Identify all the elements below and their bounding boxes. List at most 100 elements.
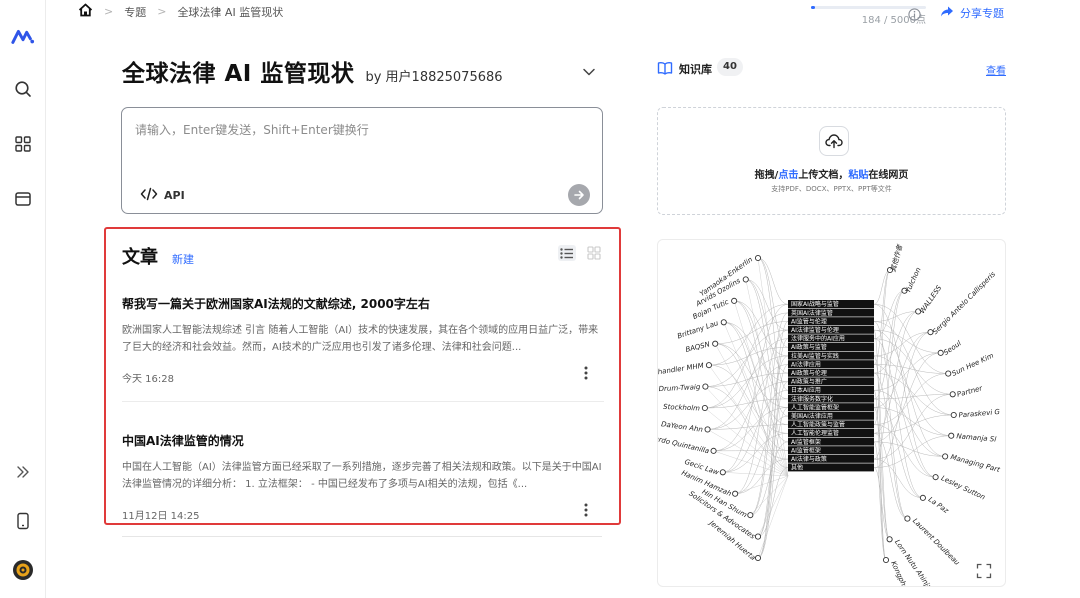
graph-author-node[interactable] <box>719 469 726 476</box>
upload-click-link[interactable]: 点击 <box>778 170 798 181</box>
graph-topic-label: 日本AI应用 <box>791 386 821 394</box>
graph-author-node[interactable] <box>720 319 727 326</box>
graph-author-node[interactable] <box>882 556 890 564</box>
breadcrumb-item-topics[interactable]: 专题 <box>124 4 146 20</box>
share-label: 分享专题 <box>960 7 1004 20</box>
knowledge-base-count: 40 <box>717 58 743 76</box>
article-excerpt: 欧洲国家人工智能法规综述 引言 随着人工智能（AI）技术的快速发展，其在各个领域… <box>122 325 599 353</box>
upload-text-suffix: 在线网页 <box>868 170 909 181</box>
upload-text-prefix: 拖拽/ <box>754 170 779 181</box>
chevron-down-icon[interactable] <box>582 62 596 81</box>
articles-panel: 文章 新建 帮我写一篇关于欧洲国家AI法规的文献综述, 2000字左右 欧洲国家… <box>104 227 621 525</box>
article-card[interactable]: 中国AI法律监管的情况 中国在人工智能（AI）法律监管方面已经采取了一系列措施，… <box>122 432 604 522</box>
graph-author-label: Namanja Sl <box>956 432 997 443</box>
new-article-button[interactable]: 新建 <box>172 251 194 267</box>
article-time: 今天 16:28 <box>122 374 174 385</box>
expand-sidebar-icon[interactable] <box>11 460 35 484</box>
graph-author-node[interactable] <box>919 494 926 501</box>
share-icon <box>940 5 954 21</box>
graph-topic-label: AI政策与监管 <box>791 343 827 351</box>
graph-edge <box>757 475 789 559</box>
graph-author-node[interactable] <box>904 515 911 522</box>
graph-author-node[interactable] <box>712 340 719 347</box>
book-icon <box>657 60 673 79</box>
graph-author-node[interactable] <box>754 254 762 262</box>
more-vertical-icon[interactable] <box>584 365 594 384</box>
graph-author-label: 其他作者 <box>889 243 904 273</box>
graph-author-label: La Paz <box>927 495 950 515</box>
chat-input[interactable]: 请输入，Enter键发送，Shift+Enter键换行 API <box>121 107 603 214</box>
info-icon[interactable] <box>908 6 921 25</box>
section-divider <box>122 536 602 537</box>
graph-author-node[interactable] <box>948 432 955 439</box>
graph-author-label: Sun Hee Kim <box>951 352 995 378</box>
more-vertical-icon[interactable] <box>584 502 594 521</box>
upload-paste-link[interactable]: 粘贴 <box>848 170 868 181</box>
graph-topic-label: AI政策与伦理 <box>791 369 827 377</box>
graph-author-node[interactable] <box>945 370 952 377</box>
fullscreen-icon[interactable] <box>976 563 992 583</box>
article-title: 帮我写一篇关于欧洲国家AI法规的文献综述, 2000字左右 <box>122 297 430 311</box>
graph-topic-label: AI监管框架 <box>791 438 821 446</box>
graph-author-label: Yulchon <box>904 266 923 294</box>
list-view-icon[interactable] <box>558 245 576 261</box>
upload-formats: 支持PDF、DOCX、PPTX、PPT等文件 <box>771 185 892 193</box>
share-topic-button[interactable]: 分享专题 <box>940 5 1004 21</box>
graph-author-label: Brittany Lau <box>676 319 720 341</box>
graph-author-node[interactable] <box>705 362 712 369</box>
logo-icon[interactable] <box>11 24 35 48</box>
graph-edge <box>757 257 789 305</box>
graph-author-label: Partner <box>956 384 984 399</box>
knowledge-graph[interactable]: 国家AI战略与监管 英国AI法律监管 AI监管与伦理 AI法律监管与伦理 法律服务中的A… <box>657 239 1006 587</box>
knowledge-base-header: 知识库 40 查看 <box>657 58 1006 78</box>
graph-author-label: Laurent Doulbeau <box>911 517 961 567</box>
graph-author-label: Drum-Twaig <box>658 383 701 393</box>
article-title: 中国AI法律监管的情况 <box>122 434 244 448</box>
app-root: > 专题 > 全球法律 AI 监管现状 184 / 5000点 分享专题 全球法… <box>0 0 1080 598</box>
page-title: 全球法律 AI 监管现状 <box>122 61 355 87</box>
breadcrumb: > 专题 > 全球法律 AI 监管现状 <box>78 3 283 20</box>
mobile-icon[interactable] <box>11 509 35 533</box>
graph-topic-label: 英国AI法律监管 <box>791 309 833 317</box>
graph-author-node[interactable] <box>949 391 956 398</box>
graph-topic-label: 法律服务中的AI应用 <box>791 335 845 343</box>
breadcrumb-separator-icon: > <box>157 5 167 18</box>
graph-author-label: Lesley Sutton <box>940 474 986 501</box>
graph-edge <box>873 321 908 519</box>
api-button[interactable]: API <box>140 187 185 204</box>
send-button[interactable] <box>568 184 590 206</box>
graph-author-node[interactable] <box>747 512 754 519</box>
graph-author-node[interactable] <box>732 490 739 497</box>
graph-author-node[interactable] <box>704 426 711 433</box>
graph-topic-label: 人工智能政策与监管 <box>791 421 845 429</box>
search-icon[interactable] <box>11 77 35 101</box>
articles-header: 文章 新建 <box>122 243 194 269</box>
apps-grid-icon[interactable] <box>11 132 35 156</box>
graph-author-node[interactable] <box>932 474 939 481</box>
graph-author-node[interactable] <box>731 297 738 304</box>
articles-title: 文章 <box>122 247 158 268</box>
graph-author-node[interactable] <box>702 383 709 390</box>
window-icon[interactable] <box>11 187 35 211</box>
graph-author-node[interactable] <box>942 453 949 460</box>
article-card[interactable]: 帮我写一篇关于欧洲国家AI法规的文献综述, 2000字左右 欧洲国家人工智能法规… <box>122 295 604 385</box>
graph-topic-label: AI政策与推广 <box>791 378 827 386</box>
knowledge-base-label: 知识库 <box>679 63 712 76</box>
graph-author-node[interactable] <box>754 533 762 540</box>
graph-topic-label: AI法律应用 <box>791 360 821 368</box>
graph-topic-label: 法律服务数字化 <box>791 395 833 403</box>
graph-author-node[interactable] <box>710 447 717 454</box>
page-author: by 用户18825075686 <box>365 70 503 85</box>
graph-author-node[interactable] <box>742 276 749 283</box>
upload-dropzone[interactable]: 拖拽/点击上传文档，粘贴在线网页 支持PDF、DOCX、PPTX、PPT等文件 <box>657 107 1006 215</box>
knowledge-base-view-link[interactable]: 查看 <box>986 62 1006 77</box>
graph-author-node[interactable] <box>886 536 893 543</box>
grid-view-icon[interactable] <box>586 245 602 261</box>
home-icon[interactable] <box>78 3 93 20</box>
api-label: API <box>164 189 185 202</box>
graph-author-label: BAQSN <box>685 340 712 354</box>
graph-author-label: WALLESS <box>918 284 943 315</box>
graph-author-node[interactable] <box>701 404 708 412</box>
graph-author-node[interactable] <box>950 411 957 419</box>
avatar[interactable] <box>11 558 35 582</box>
